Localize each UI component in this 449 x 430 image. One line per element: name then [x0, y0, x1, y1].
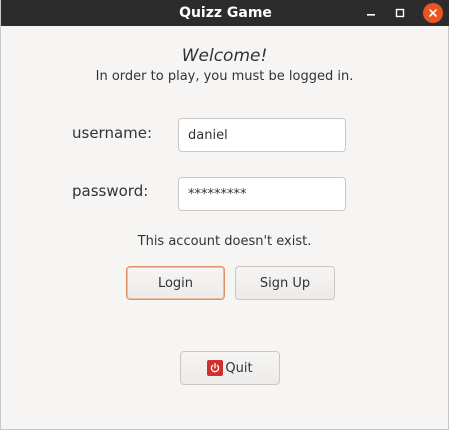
title-bar[interactable]: Quizz Game [1, 0, 449, 26]
password-input[interactable] [178, 177, 346, 211]
signup-button-label: Sign Up [259, 275, 311, 291]
quit-button-label: Quit [225, 360, 253, 376]
maximize-icon [395, 8, 405, 18]
window-title: Quizz Game [179, 5, 272, 21]
minimize-button[interactable] [361, 3, 381, 23]
welcome-heading: Welcome! [181, 46, 268, 66]
login-button[interactable]: Login [126, 266, 225, 300]
login-instructions: In order to play, you must be logged in. [95, 69, 354, 84]
close-button[interactable] [423, 3, 443, 23]
app-window: Quizz Game Welcome! In order to play, yo… [0, 0, 449, 430]
username-label: username: [72, 124, 153, 142]
quit-button[interactable]: Quit [180, 351, 280, 385]
password-label: password: [72, 182, 149, 200]
login-button-label: Login [157, 275, 194, 291]
power-icon [207, 360, 224, 376]
maximize-button[interactable] [390, 3, 410, 23]
username-input[interactable] [178, 118, 346, 152]
error-message: This account doesn't exist. [137, 234, 312, 249]
minimize-icon [367, 14, 375, 16]
close-icon [429, 9, 437, 17]
signup-button[interactable]: Sign Up [235, 266, 335, 300]
